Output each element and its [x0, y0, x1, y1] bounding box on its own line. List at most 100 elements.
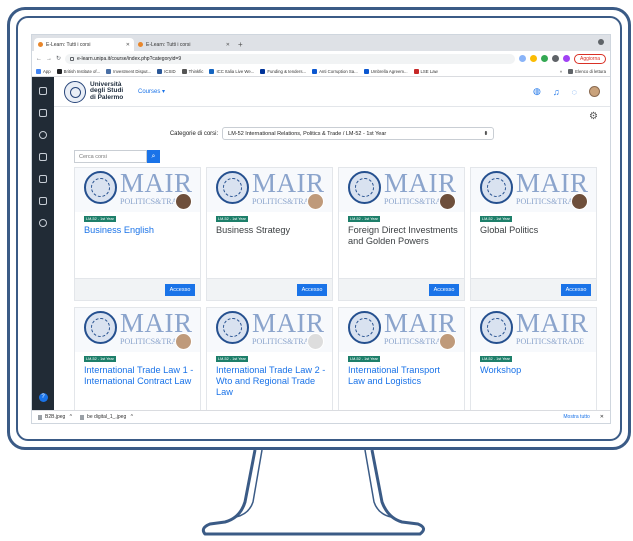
bookmark-item[interactable]: Umbrella Agreem...	[363, 68, 408, 74]
search-icon[interactable]: ⌕	[147, 150, 160, 163]
search-courses-input[interactable]: Cerca corsi	[74, 150, 147, 163]
url-field[interactable]: e-learn.unipa.it/course/index.php?catego…	[65, 53, 515, 64]
site-header: Università degli Studi di Palermo Course…	[54, 77, 610, 107]
course-card[interactable]: MAIR POLITICS&TRA LM-52 - 1st Year Inter…	[338, 307, 465, 410]
course-image: MAIR POLITICS&TRA	[339, 308, 464, 352]
messages-icon[interactable]: ◌	[572, 87, 577, 97]
new-tab-icon[interactable]: +	[238, 40, 243, 49]
notifications-icon[interactable]: ♫	[553, 87, 560, 97]
category-select[interactable]: LM-52 International Relations, Politics …	[222, 127, 495, 140]
tab-bar: E-Learn: Tutti i corsi ✕ E-Learn: Tutti …	[32, 35, 610, 51]
mair-seal-logo	[348, 311, 381, 344]
access-button[interactable]: Accesso	[429, 284, 459, 296]
course-title-link[interactable]: International Trade Law 2 - Wto and Regi…	[216, 365, 326, 398]
main-content: ⚙ Categorie di corsi: LM-52 Internationa…	[54, 107, 610, 410]
course-image: MAIR POLITICS&TRADE	[471, 308, 596, 352]
language-icon[interactable]: ◍	[533, 86, 541, 97]
close-tab-icon[interactable]: ✕	[126, 42, 130, 48]
help-icon[interactable]: ?	[38, 393, 48, 402]
course-title-link[interactable]: Foreign Direct Investments and Golden Po…	[348, 225, 458, 247]
course-card[interactable]: MAIR POLITICS&TRA LM-52 - 1st Year Inter…	[74, 307, 201, 410]
files-icon[interactable]	[39, 175, 47, 183]
home-icon[interactable]	[39, 109, 47, 117]
teacher-avatar	[307, 193, 324, 210]
show-all-downloads-link[interactable]: Mostra tutto	[563, 414, 589, 420]
course-title-link[interactable]: Workshop	[480, 365, 590, 376]
window-menu-icon[interactable]	[598, 39, 604, 45]
mair-wordmark: MAIR	[516, 308, 589, 338]
puzzle-icon[interactable]	[551, 55, 559, 62]
close-tab-icon[interactable]: ✕	[226, 42, 230, 48]
course-grid: MAIR POLITICS&TRA LM-52 - 1st Year Busin…	[74, 167, 597, 410]
file-icon	[38, 414, 42, 420]
bookmark-item[interactable]: Thinkfic	[181, 68, 203, 74]
bookmark-item[interactable]: Anti Corruption Sa...	[312, 68, 358, 74]
back-icon[interactable]: ←	[36, 56, 42, 62]
mair-subtitle: POLITICS&TRA	[120, 337, 178, 346]
course-card[interactable]: MAIR POLITICS&TRA LM-52 - 1st Year Inter…	[206, 307, 333, 410]
calendar-icon[interactable]	[39, 153, 47, 161]
year-badge: LM-52 - 1st Year	[348, 356, 380, 362]
browser-tab-2[interactable]: E-Learn: Tutti i corsi ✕	[134, 38, 234, 51]
extension-icon[interactable]	[540, 55, 548, 62]
lock-icon	[70, 56, 75, 61]
mair-subtitle: POLITICS&TRA	[384, 337, 442, 346]
bookmark-item[interactable]: ICC Italia Live We...	[209, 68, 254, 74]
courses-icon[interactable]	[39, 219, 47, 227]
profile-icon[interactable]	[562, 55, 570, 62]
course-title-link[interactable]: Global Politics	[480, 225, 590, 236]
mair-seal-logo	[84, 311, 117, 344]
content-bank-icon[interactable]	[39, 197, 47, 205]
star-icon[interactable]	[529, 55, 537, 62]
url-text: e-learn.unipa.it/course/index.php?catego…	[77, 55, 182, 62]
browser-window: E-Learn: Tutti i corsi ✕ E-Learn: Tutti …	[31, 34, 611, 424]
update-button[interactable]: Aggiorna	[573, 53, 606, 64]
course-title-link[interactable]: International Transport Law and Logistic…	[348, 365, 458, 387]
course-card[interactable]: MAIR POLITICS&TRA LM-52 - 1st Year Busin…	[206, 167, 333, 301]
card-footer: Accesso	[471, 278, 596, 300]
user-avatar[interactable]	[589, 86, 600, 97]
access-button[interactable]: Accesso	[561, 284, 591, 296]
bookmark-item[interactable]: App	[36, 68, 51, 74]
access-button[interactable]: Accesso	[297, 284, 327, 296]
category-label: Categorie di corsi:	[169, 130, 219, 137]
chevron-up-icon[interactable]: ^	[68, 414, 72, 420]
bookmark-item[interactable]: Investment Disput...	[106, 68, 151, 74]
translate-icon[interactable]	[518, 55, 526, 62]
teacher-avatar	[571, 193, 588, 210]
teacher-avatar	[307, 333, 324, 350]
bookmarks-overflow-icon[interactable]: »	[560, 69, 562, 74]
bookmark-item[interactable]: British Institute of...	[56, 68, 100, 74]
course-card[interactable]: MAIR POLITICS&TRA LM-52 - 1st Year Forei…	[338, 167, 465, 301]
courses-menu[interactable]: Courses ▾	[138, 88, 165, 95]
tab-title: E-Learn: Tutti i corsi	[146, 41, 191, 48]
download-item[interactable]: B2B.jpeg ^	[38, 414, 72, 420]
bookmark-item[interactable]: Funding & tenders...	[260, 68, 306, 74]
settings-gear-icon[interactable]: ⚙	[589, 111, 598, 122]
course-image: MAIR POLITICS&TRA	[339, 168, 464, 212]
course-title-link[interactable]: Business Strategy	[216, 225, 326, 236]
download-item[interactable]: be digital_1_.jpeg ^	[80, 414, 133, 420]
course-title-link[interactable]: Business English	[84, 225, 194, 236]
bookmark-item[interactable]: ICSID	[157, 68, 176, 74]
course-title-link[interactable]: International Trade Law 1 - Internationa…	[84, 365, 194, 387]
course-card[interactable]: MAIR POLITICS&TRA LM-52 - 1st Year Busin…	[74, 167, 201, 301]
mair-seal-logo	[480, 311, 513, 344]
access-button[interactable]: Accesso	[165, 284, 195, 296]
teacher-avatar	[175, 333, 192, 350]
chevron-up-icon[interactable]: ^	[129, 414, 133, 420]
dashboard-icon[interactable]	[39, 131, 47, 139]
browser-tab-1[interactable]: E-Learn: Tutti i corsi ✕	[34, 38, 134, 51]
reading-list[interactable]: Elenco di lettura	[568, 68, 606, 74]
course-image: MAIR POLITICS&TRA	[207, 168, 332, 212]
university-seal-logo[interactable]	[64, 80, 86, 103]
bookmarks-bar: App British Institute of... Investment D…	[32, 66, 610, 77]
mair-subtitle: POLITICS&TRA	[516, 197, 574, 206]
bookmark-item[interactable]: LSE Law	[413, 68, 438, 74]
course-card[interactable]: MAIR POLITICS&TRADE LM-52 - 1st Year Wor…	[470, 307, 597, 410]
close-download-bar-icon[interactable]: ✕	[600, 414, 604, 420]
course-card[interactable]: MAIR POLITICS&TRA LM-52 - 1st Year Globa…	[470, 167, 597, 301]
menu-icon[interactable]	[39, 87, 47, 95]
reload-icon[interactable]: ↻	[56, 55, 61, 62]
forward-icon[interactable]: →	[46, 56, 52, 62]
